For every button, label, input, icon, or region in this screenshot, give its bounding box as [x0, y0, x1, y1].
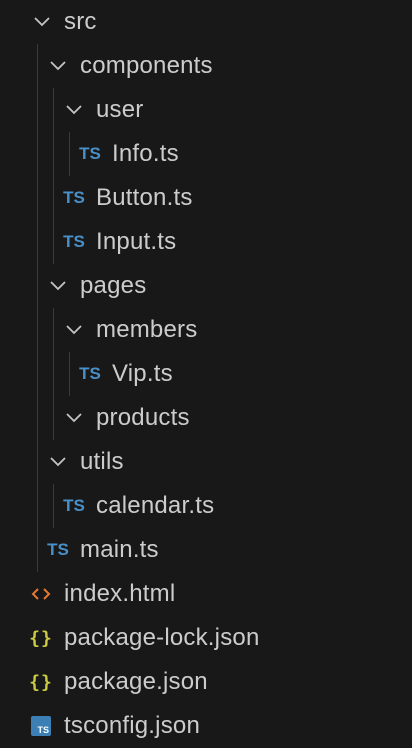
tree-item-label: Button.ts: [96, 184, 193, 211]
json-file-icon: {}: [28, 626, 54, 650]
typescript-file-icon: TS: [60, 494, 88, 518]
typescript-file-icon: TS: [60, 186, 88, 210]
tree-folder-user[interactable]: user: [0, 88, 412, 132]
html-file-icon: [28, 582, 54, 606]
tsconfig-icon-text: TS: [37, 725, 49, 735]
typescript-icon-text: TS: [79, 364, 101, 383]
tree-file-calendar-ts[interactable]: TS calendar.ts: [0, 484, 412, 528]
tree-item-label: index.html: [64, 580, 176, 607]
typescript-icon-text: TS: [63, 496, 85, 515]
tree-file-main-ts[interactable]: TS main.ts: [0, 528, 412, 572]
tree-file-button-ts[interactable]: TS Button.ts: [0, 176, 412, 220]
tree-item-label: pages: [80, 272, 147, 299]
tree-item-label: package.json: [64, 668, 208, 695]
chevron-down-icon: [46, 450, 70, 474]
typescript-file-icon: TS: [76, 142, 104, 166]
json-icon-text: {}: [29, 671, 53, 693]
tree-item-label: Vip.ts: [112, 360, 173, 387]
typescript-icon-text: TS: [63, 232, 85, 251]
tree-item-label: src: [64, 8, 97, 35]
chevron-down-icon: [62, 98, 86, 122]
tree-item-label: Input.ts: [96, 228, 177, 255]
tree-file-tsconfig-json[interactable]: TS tsconfig.json: [0, 704, 412, 748]
chevron-down-icon: [30, 10, 54, 34]
tree-item-label: Info.ts: [112, 140, 179, 167]
json-file-icon: {}: [28, 670, 54, 694]
tree-item-label: components: [80, 52, 213, 79]
chevron-down-icon: [62, 406, 86, 430]
tree-item-label: calendar.ts: [96, 492, 215, 519]
file-explorer-tree: src components user TS Info.ts TS Button…: [0, 0, 412, 748]
typescript-icon-text: TS: [47, 540, 69, 559]
tree-folder-utils[interactable]: utils: [0, 440, 412, 484]
tsconfig-file-icon: TS: [28, 714, 54, 738]
typescript-file-icon: TS: [76, 362, 104, 386]
tree-item-label: utils: [80, 448, 124, 475]
tree-folder-pages[interactable]: pages: [0, 264, 412, 308]
chevron-down-icon: [62, 318, 86, 342]
tree-file-input-ts[interactable]: TS Input.ts: [0, 220, 412, 264]
tree-file-vip-ts[interactable]: TS Vip.ts: [0, 352, 412, 396]
tree-item-label: main.ts: [80, 536, 159, 563]
tree-item-label: package-lock.json: [64, 624, 260, 651]
tree-folder-members[interactable]: members: [0, 308, 412, 352]
tree-file-package-json[interactable]: {} package.json: [0, 660, 412, 704]
tree-folder-products[interactable]: products: [0, 396, 412, 440]
typescript-icon-text: TS: [63, 188, 85, 207]
tree-item-label: members: [96, 316, 198, 343]
json-icon-text: {}: [29, 627, 53, 649]
tree-folder-components[interactable]: components: [0, 44, 412, 88]
tree-file-info-ts[interactable]: TS Info.ts: [0, 132, 412, 176]
tree-item-label: products: [96, 404, 190, 431]
typescript-icon-text: TS: [79, 144, 101, 163]
tsconfig-badge: TS: [31, 716, 51, 736]
tree-file-package-lock-json[interactable]: {} package-lock.json: [0, 616, 412, 660]
tree-item-label: user: [96, 96, 144, 123]
tree-file-index-html[interactable]: index.html: [0, 572, 412, 616]
tree-folder-src[interactable]: src: [0, 0, 412, 44]
typescript-file-icon: TS: [44, 538, 72, 562]
chevron-down-icon: [46, 274, 70, 298]
chevron-down-icon: [46, 54, 70, 78]
typescript-file-icon: TS: [60, 230, 88, 254]
tree-item-label: tsconfig.json: [64, 712, 201, 739]
